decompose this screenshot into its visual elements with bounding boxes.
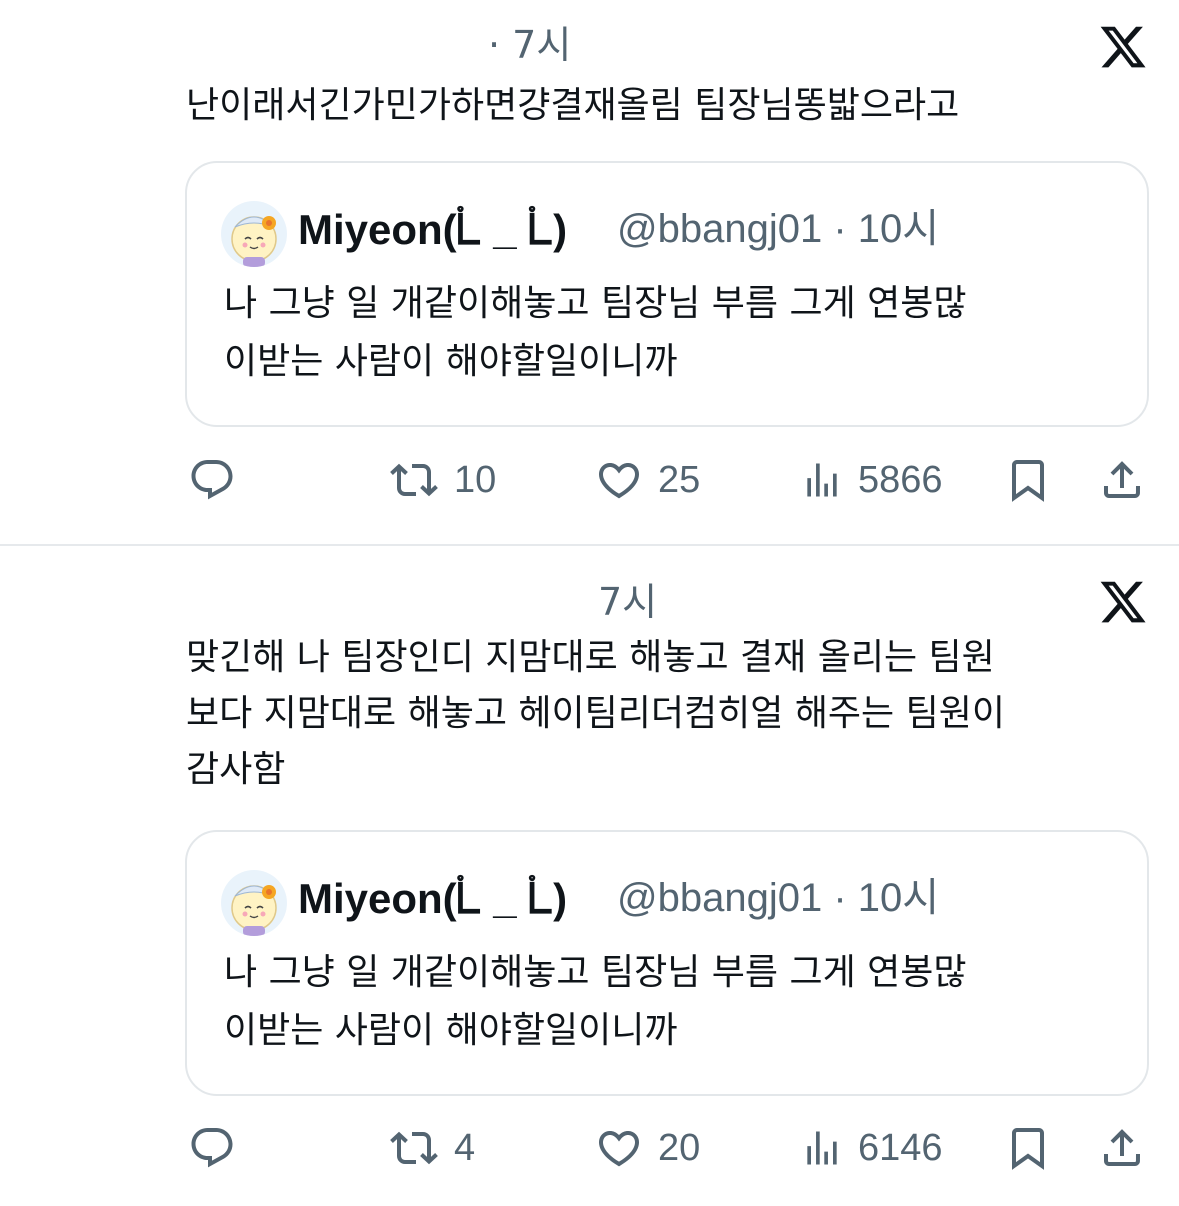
tweet-text: 맞긴해 나 팀장인디 지맘대로 해놓고 결재 올리는 팀원 보다 지맘대로 해놓… (186, 637, 1005, 790)
quoted-author-name[interactable]: Miyeon(ᢺ _ ᢺ) (298, 209, 567, 251)
retweet-count: 4 (454, 1127, 476, 1169)
share-button[interactable] (1098, 450, 1146, 510)
quoted-tweet[interactable]: Miyeon(ᢺ _ ᢺ) @bbangj01 · 10시 나 그냥 일 개같이… (185, 161, 1149, 427)
heart-icon (598, 1131, 640, 1167)
views-count: 6146 (858, 1127, 943, 1169)
retweet-icon (390, 463, 438, 497)
quoted-tweet-text: 나 그냥 일 개같이해놓고 팀장님 부름 그게 연봉많 이받는 사람이 해야할일… (224, 283, 967, 382)
avatar[interactable] (221, 201, 287, 267)
like-button[interactable]: 25 (594, 450, 700, 510)
avatar[interactable] (221, 870, 287, 936)
share-icon (1104, 1129, 1140, 1166)
tweet-actions: 10 25 5866 (0, 450, 1179, 510)
retweet-button[interactable]: 10 (388, 450, 496, 510)
share-button[interactable] (1098, 1118, 1146, 1178)
reply-button[interactable] (188, 450, 236, 510)
views-icon (807, 1131, 837, 1165)
tweet[interactable]: 7시 맞긴해 나 팀장인디 지맘대로 해놓고 결재 올리는 팀원 보다 지맘대로… (0, 547, 1179, 1206)
quoted-author-handle[interactable]: @bbangj01 · 10시 (617, 878, 939, 918)
bookmark-button[interactable] (1004, 450, 1052, 510)
reply-icon (191, 1128, 233, 1168)
views-button[interactable]: 5866 (800, 450, 943, 510)
like-count: 20 (658, 1127, 701, 1169)
views-icon (807, 463, 837, 497)
divider (0, 544, 1179, 546)
quoted-tweet-text: 나 그냥 일 개같이해놓고 팀장님 부름 그게 연봉많 이받는 사람이 해야할일… (224, 952, 967, 1051)
bookmark-icon (1012, 1128, 1044, 1170)
tweet[interactable]: · 7시 난이래서긴가민가하면걍결재올림 팀장님똥밟으라고 Miyeon(ᢺ _… (0, 0, 1179, 545)
quoted-author-name[interactable]: Miyeon(ᢺ _ ᢺ) (298, 878, 567, 920)
reply-button[interactable] (188, 1118, 236, 1178)
tweet-timestamp[interactable]: · 7시 (488, 26, 571, 64)
bookmark-button[interactable] (1004, 1118, 1052, 1178)
tweet-text: 난이래서긴가민가하면걍결재올림 팀장님똥밟으라고 (186, 85, 960, 126)
quoted-author-handle[interactable]: @bbangj01 · 10시 (617, 209, 939, 249)
x-logo-icon (1100, 26, 1146, 68)
tweet-actions: 4 20 6146 (0, 1118, 1179, 1178)
retweet-icon (390, 1131, 438, 1165)
like-count: 25 (658, 459, 701, 501)
share-icon (1104, 461, 1140, 498)
like-button[interactable]: 20 (594, 1118, 700, 1178)
heart-icon (598, 463, 640, 499)
reply-icon (191, 460, 233, 500)
x-logo-icon (1100, 581, 1146, 623)
views-count: 5866 (858, 459, 943, 501)
bookmark-icon (1012, 460, 1044, 502)
retweet-count: 10 (454, 459, 497, 501)
views-button[interactable]: 6146 (800, 1118, 943, 1178)
retweet-button[interactable]: 4 (388, 1118, 475, 1178)
tweet-timestamp[interactable]: 7시 (598, 583, 657, 621)
quoted-tweet[interactable]: Miyeon(ᢺ _ ᢺ) @bbangj01 · 10시 나 그냥 일 개같이… (185, 830, 1149, 1096)
